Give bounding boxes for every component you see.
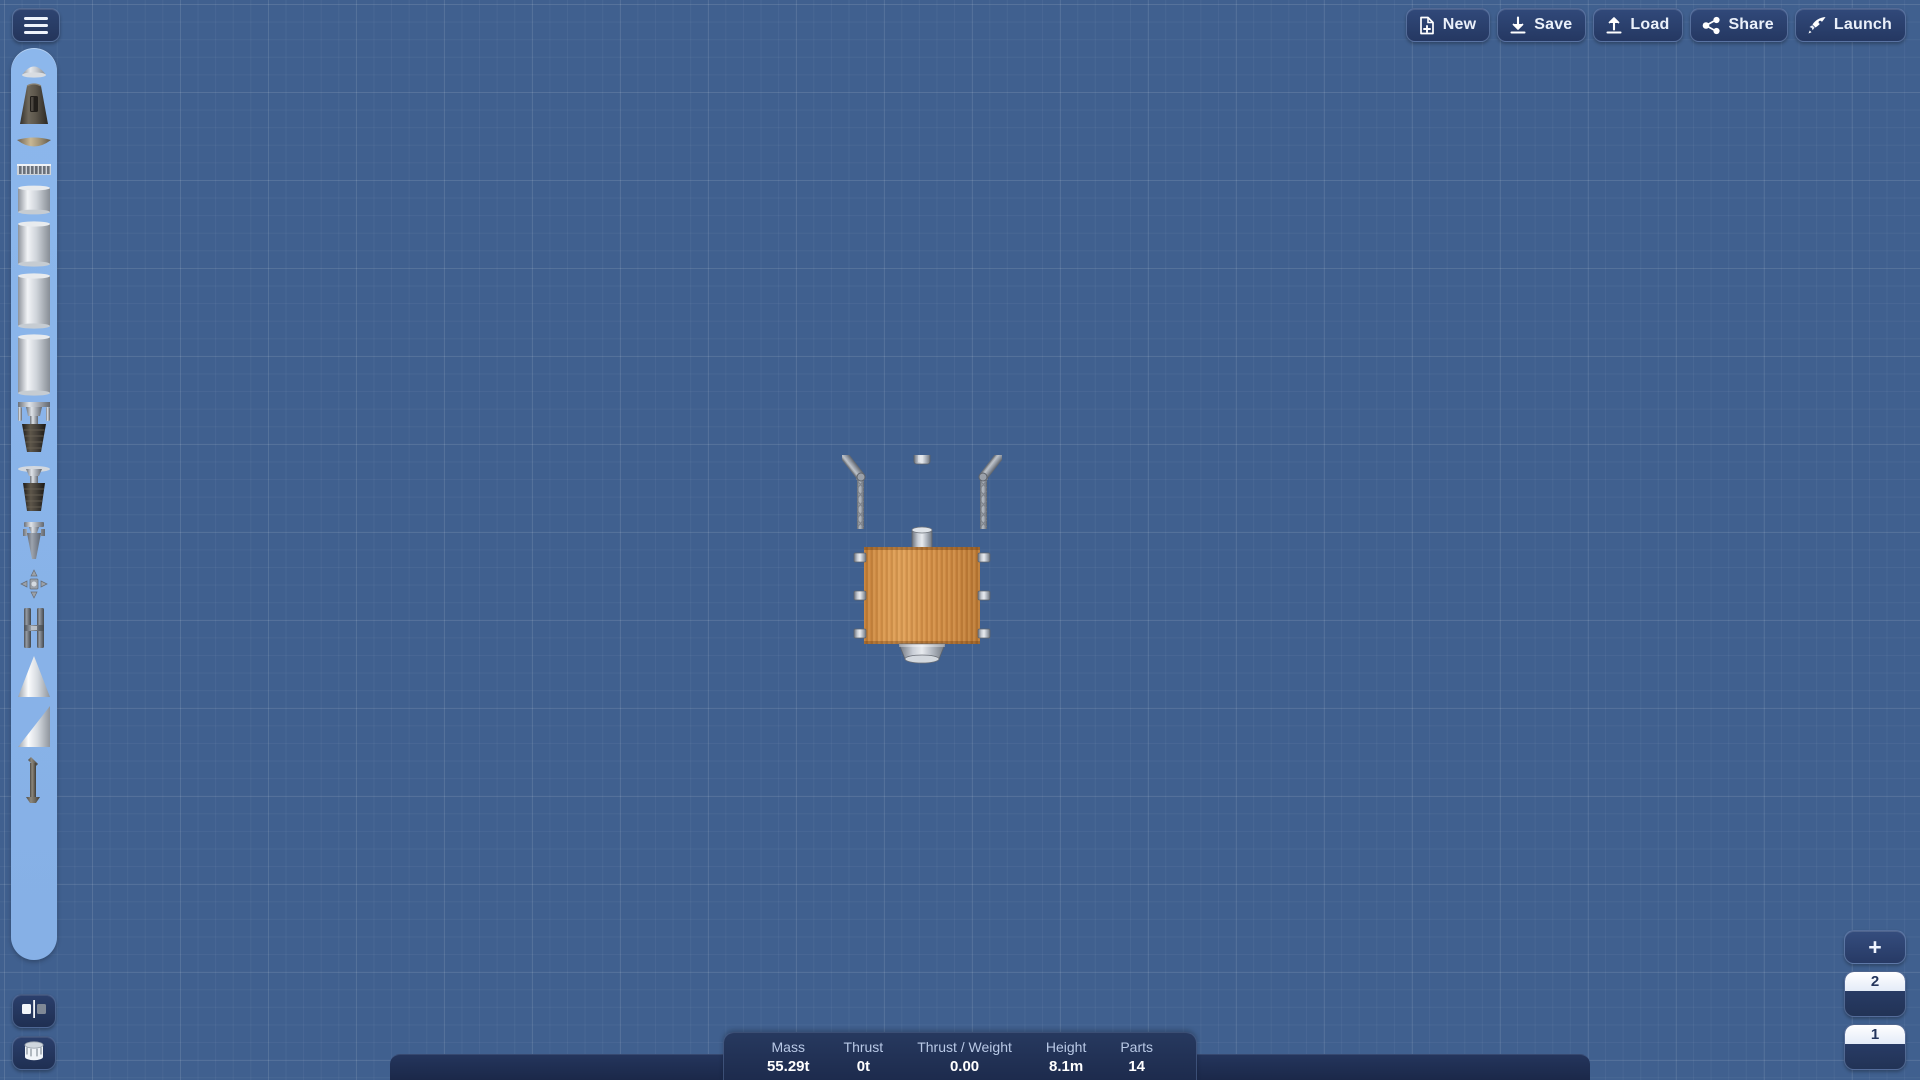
stat-height-value: 8.1m <box>1049 1058 1084 1075</box>
stat-height: Height 8.1m <box>1029 1038 1103 1076</box>
sidebar-item-fairing-angled[interactable] <box>11 702 57 752</box>
main-fuel-tank <box>864 547 980 644</box>
sidebar-item-fuel-tank-medium[interactable] <box>11 218 57 270</box>
gantry-right-arm <box>978 443 1010 529</box>
menu-bar-2 <box>24 23 48 27</box>
share-button-label: Share <box>1728 16 1774 33</box>
mirror-symmetry-icon <box>20 999 48 1023</box>
save-button[interactable]: Save <box>1497 8 1587 42</box>
staging-panel: + 2 1 <box>1844 930 1906 1070</box>
stat-parts: Parts 14 <box>1103 1038 1170 1076</box>
stat-thrust: Thrust 0t <box>827 1038 901 1076</box>
sidebar-item-nose-cone-small[interactable] <box>11 54 57 80</box>
stat-mass-label: Mass <box>771 1039 805 1055</box>
rocket-launch-icon <box>1807 16 1827 35</box>
sidebar-item-fuel-tank-long[interactable] <box>11 270 57 332</box>
load-button-label: Load <box>1630 16 1670 33</box>
hamburger-menu-icon[interactable] <box>12 8 60 42</box>
sidebar-item-engine-frontier[interactable] <box>11 518 57 564</box>
stat-parts-value: 14 <box>1128 1058 1146 1075</box>
stat-thrust-label: Thrust <box>843 1039 884 1055</box>
sidebar-item-separator[interactable] <box>11 604 57 652</box>
new-button-label: New <box>1442 16 1477 33</box>
save-button-label: Save <box>1534 16 1573 33</box>
rocket-assembly[interactable] <box>834 443 1010 675</box>
stat-mass-value: 55.29t <box>766 1058 810 1075</box>
sidebar-item-heat-shield[interactable] <box>11 132 57 156</box>
stat-thrust-value: 0t <box>856 1058 871 1075</box>
download-save-icon <box>1509 15 1527 35</box>
parts-sidebar[interactable] <box>11 48 57 960</box>
sidebar-item-engine-titan[interactable] <box>11 462 57 518</box>
sidebar-item-engine-hawk[interactable] <box>11 398 57 462</box>
stage-2-number: 2 <box>1845 972 1905 991</box>
sidebar-item-rcs-thruster[interactable] <box>11 564 57 604</box>
stat-thrust-weight-value: 0.00 <box>949 1058 980 1075</box>
sidebar-item-command-capsule[interactable] <box>11 80 57 132</box>
stat-height-label: Height <box>1045 1039 1087 1055</box>
stats-panel: Mass 55.29t Thrust 0t Thrust / Weight 0.… <box>722 1032 1198 1080</box>
gantry-apex-hinge <box>913 445 931 465</box>
top-docking-port <box>911 526 933 549</box>
launch-button[interactable]: Launch <box>1794 8 1906 42</box>
gantry-left-arm <box>834 443 866 529</box>
stage-1-number: 1 <box>1845 1025 1905 1044</box>
menu-bar-3 <box>24 30 48 34</box>
load-button[interactable]: Load <box>1593 8 1684 42</box>
stat-mass: Mass 55.29t <box>750 1038 827 1076</box>
upload-load-icon <box>1605 16 1623 35</box>
new-button[interactable]: New <box>1405 8 1491 42</box>
share-button[interactable]: Share <box>1690 8 1788 42</box>
stat-thrust-weight-label: Thrust / Weight <box>917 1039 1012 1055</box>
sidebar-item-fuel-tank-short[interactable] <box>11 182 57 218</box>
stage-item-1[interactable]: 1 <box>1844 1024 1906 1070</box>
sidebar-item-fuel-tank-extra-long[interactable] <box>11 332 57 398</box>
new-document-icon <box>1418 16 1436 35</box>
add-stage-button[interactable]: + <box>1844 930 1906 964</box>
stage-item-2[interactable]: 2 <box>1844 971 1906 1017</box>
top-toolbar: New Save Load Share Launch <box>1405 8 1906 42</box>
fuel-toggle-button[interactable] <box>12 1036 56 1070</box>
sidebar-item-fairing-cone[interactable] <box>11 652 57 702</box>
stat-parts-label: Parts <box>1120 1039 1154 1055</box>
fuel-tank-icon <box>21 1040 47 1067</box>
bottom-decoupler <box>898 643 946 664</box>
symmetry-toggle-button[interactable] <box>12 994 56 1028</box>
sidebar-item-solar-panel-band[interactable] <box>11 156 57 182</box>
share-nodes-icon <box>1702 16 1721 35</box>
stat-thrust-weight: Thrust / Weight 0.00 <box>900 1038 1029 1076</box>
sidebar-item-landing-leg[interactable] <box>11 752 57 808</box>
menu-bar-1 <box>24 16 48 20</box>
launch-button-label: Launch <box>1833 16 1892 33</box>
